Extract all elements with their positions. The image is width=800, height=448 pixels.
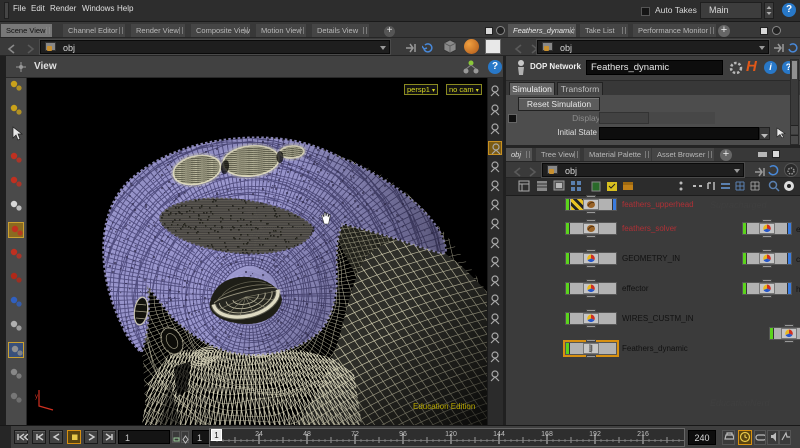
svg-text:24: 24 xyxy=(255,431,263,438)
svg-text:216: 216 xyxy=(637,431,649,438)
svg-text:48: 48 xyxy=(303,431,311,438)
svg-text:192: 192 xyxy=(589,431,601,438)
svg-text:168: 168 xyxy=(541,431,553,438)
svg-text:y: y xyxy=(35,394,38,400)
svg-text:144: 144 xyxy=(493,431,505,438)
svg-text:96: 96 xyxy=(399,431,407,438)
svg-text:72: 72 xyxy=(351,431,359,438)
svg-text:120: 120 xyxy=(445,431,457,438)
